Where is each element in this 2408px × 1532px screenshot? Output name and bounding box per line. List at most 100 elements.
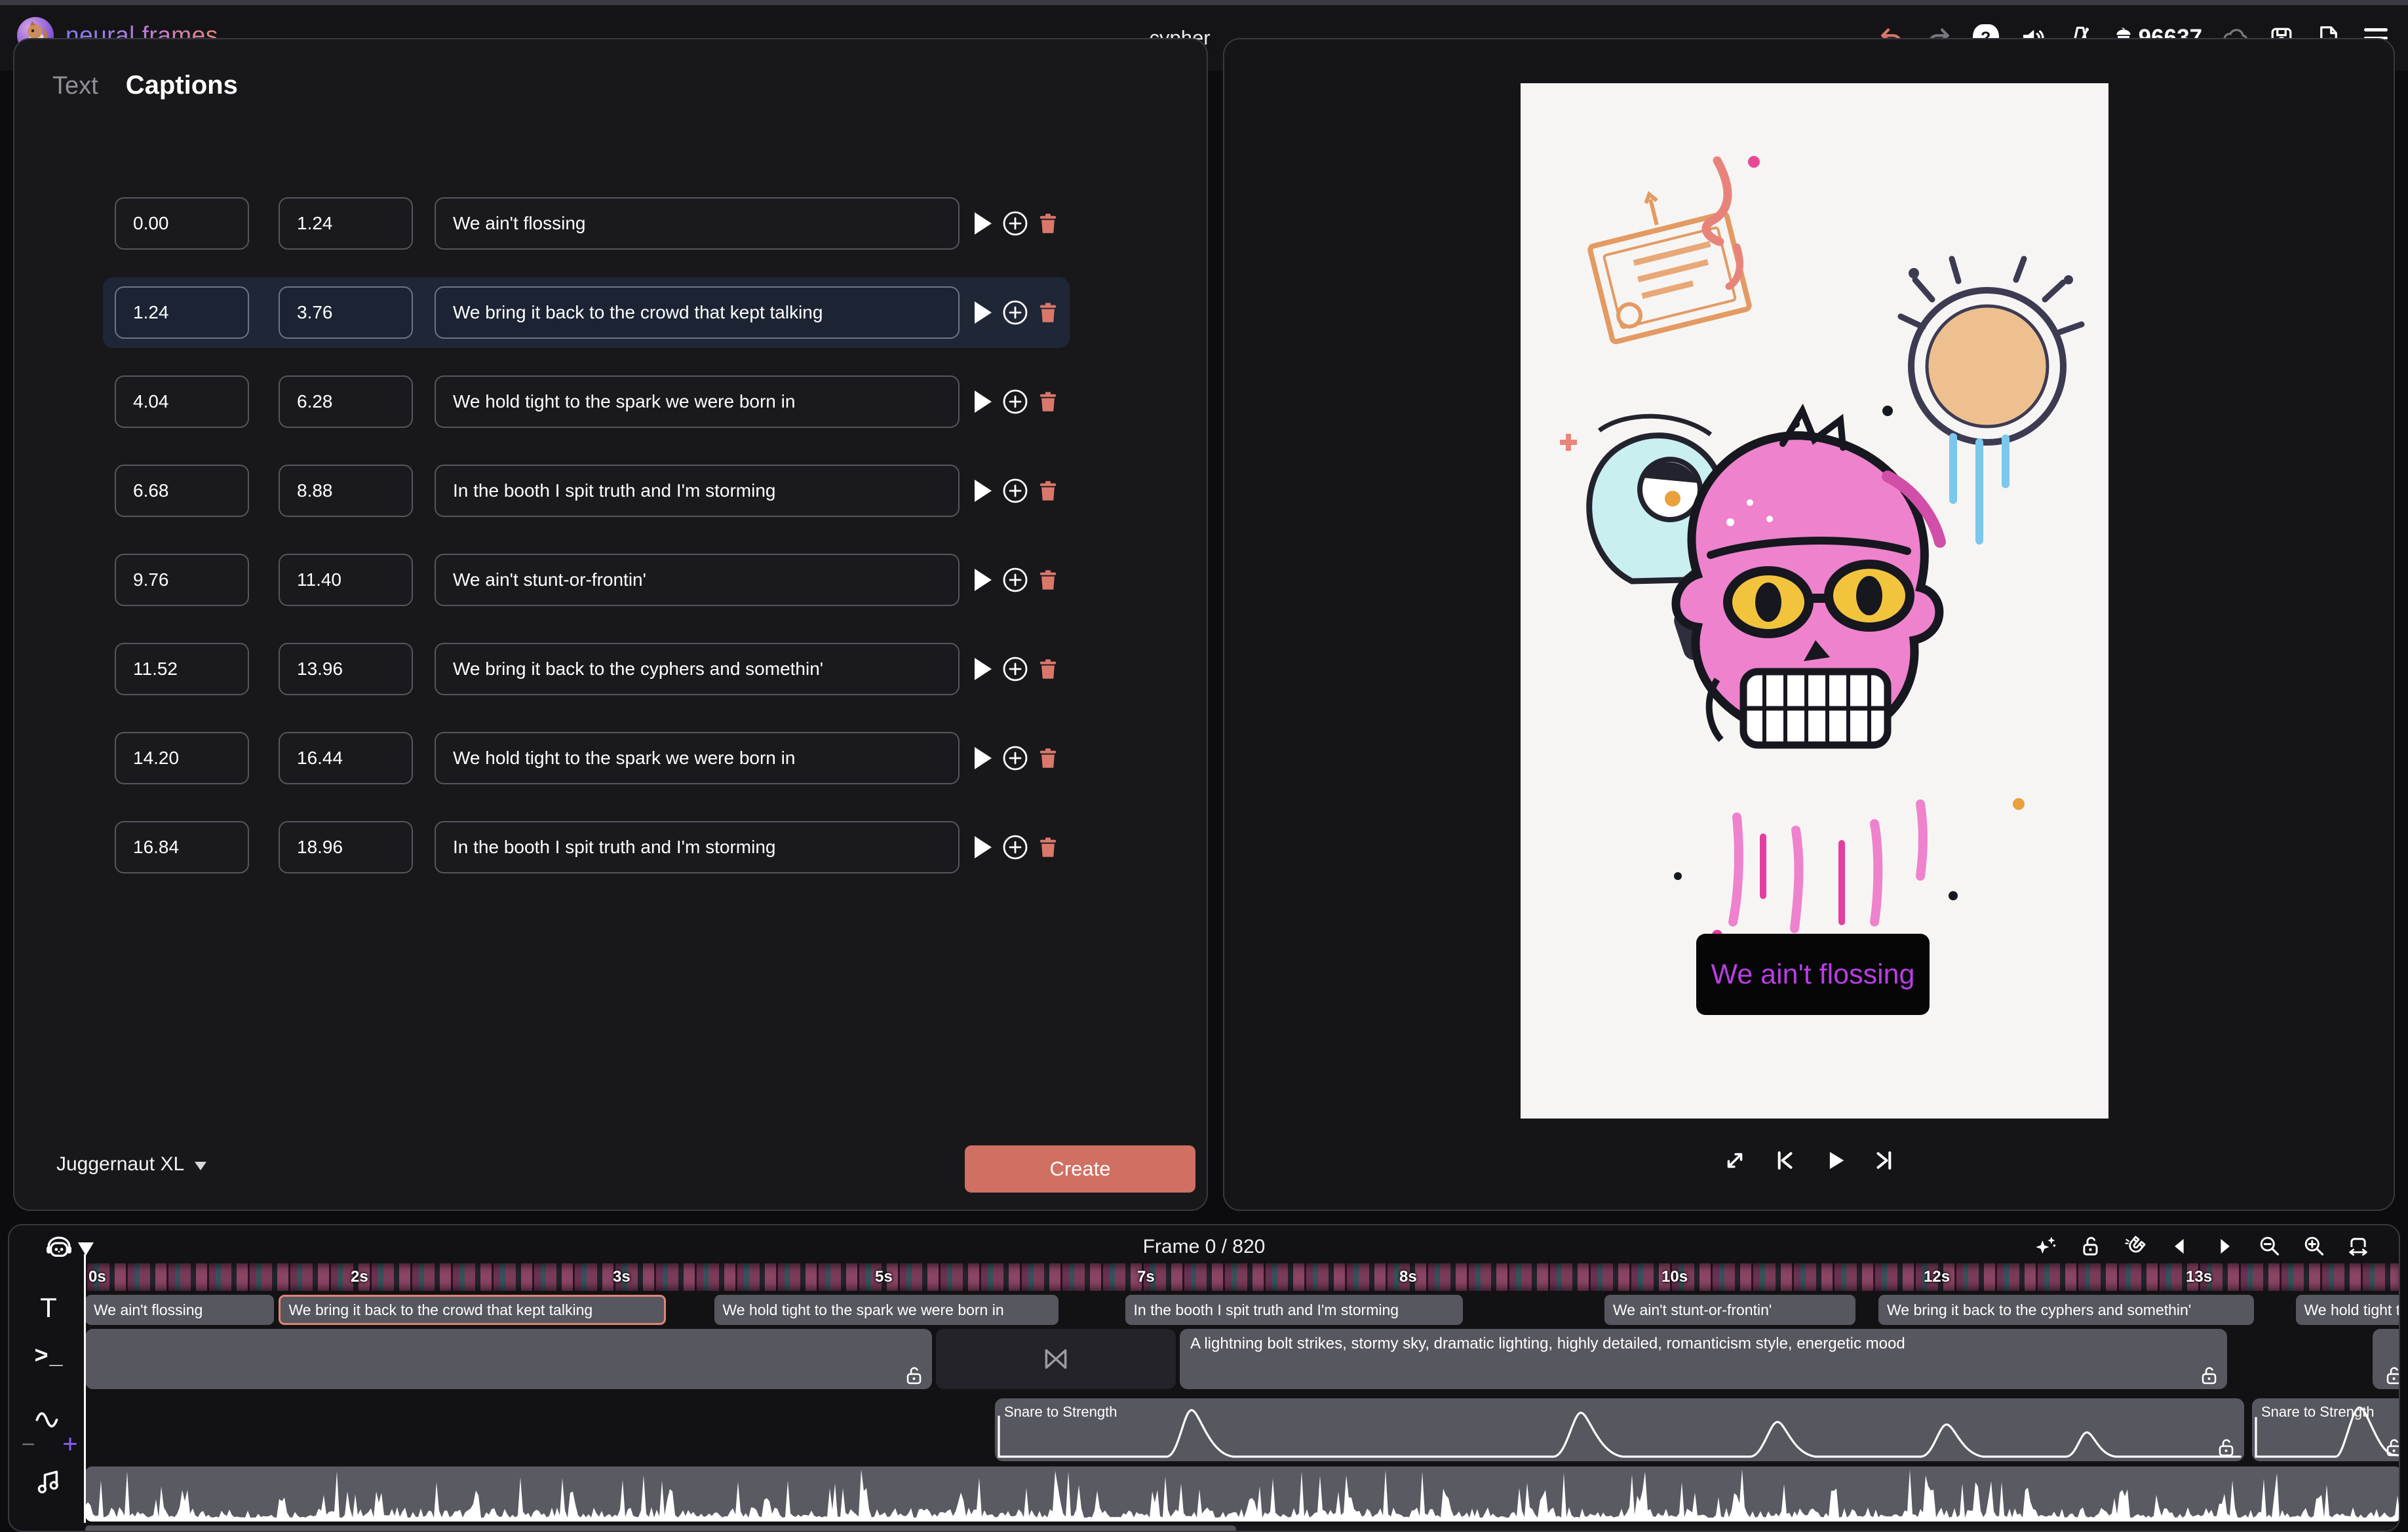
audio-waveform-track[interactable] bbox=[85, 1466, 2400, 1522]
fit-width-button[interactable] bbox=[2344, 1232, 2373, 1261]
timeline-caption-segment[interactable]: We ain't flossing bbox=[85, 1295, 274, 1325]
remove-track-button[interactable]: − bbox=[18, 1432, 38, 1456]
caption-text-input[interactable] bbox=[435, 732, 960, 784]
lock-open-icon[interactable] bbox=[2201, 1366, 2218, 1385]
end-time-input[interactable] bbox=[279, 465, 413, 517]
zoom-out-button[interactable] bbox=[2255, 1232, 2283, 1261]
fullscreen-button[interactable] bbox=[1720, 1145, 1750, 1176]
delete-caption-button[interactable] bbox=[1036, 835, 1060, 859]
skip-to-end-button[interactable] bbox=[1869, 1145, 1899, 1176]
timeline-scrollbar[interactable] bbox=[85, 1525, 2400, 1532]
preview-caption-overlay[interactable]: We ain't flossing bbox=[1696, 934, 1930, 1015]
caption-text-input[interactable] bbox=[435, 197, 960, 250]
play-button[interactable] bbox=[1819, 1145, 1850, 1176]
prompt-clip[interactable] bbox=[85, 1329, 932, 1389]
start-time-input[interactable] bbox=[115, 643, 249, 695]
add-track-button[interactable]: + bbox=[59, 1431, 81, 1457]
lock-button[interactable] bbox=[2076, 1232, 2105, 1261]
play-caption-button[interactable] bbox=[975, 212, 992, 235]
start-time-input[interactable] bbox=[115, 197, 249, 250]
lock-open-icon[interactable] bbox=[906, 1366, 923, 1385]
lock-open-icon[interactable] bbox=[2386, 1438, 2400, 1457]
caption-text-input[interactable] bbox=[435, 821, 960, 873]
start-time-input[interactable] bbox=[115, 554, 249, 606]
end-time-input[interactable] bbox=[279, 197, 413, 250]
delete-caption-button[interactable] bbox=[1036, 390, 1060, 413]
ruler-label: 3s bbox=[613, 1268, 631, 1286]
play-caption-button[interactable] bbox=[975, 391, 992, 413]
caption-text-input[interactable] bbox=[435, 465, 960, 517]
play-caption-button[interactable] bbox=[975, 301, 992, 324]
delete-caption-button[interactable] bbox=[1036, 746, 1060, 770]
delete-caption-button[interactable] bbox=[1036, 301, 1060, 324]
fullscreen-icon bbox=[1722, 1148, 1747, 1173]
play-caption-button[interactable] bbox=[975, 658, 992, 680]
end-time-input[interactable] bbox=[279, 732, 413, 784]
next-keyframe-button[interactable] bbox=[2210, 1232, 2239, 1261]
caption-text-input[interactable] bbox=[435, 643, 960, 695]
end-time-input[interactable] bbox=[279, 286, 413, 339]
add-caption-button[interactable] bbox=[1002, 656, 1028, 682]
text-track-icon[interactable]: T bbox=[34, 1292, 63, 1324]
end-time-input[interactable] bbox=[279, 643, 413, 695]
prev-keyframe-button[interactable] bbox=[2165, 1232, 2194, 1261]
prompt-clip[interactable]: A lightning bolt strikes, stormy sky, dr… bbox=[1180, 1329, 2227, 1389]
play-caption-button[interactable] bbox=[975, 480, 992, 502]
lock-open-icon[interactable] bbox=[2218, 1438, 2235, 1457]
delete-caption-button[interactable] bbox=[1036, 568, 1060, 592]
robot-headphones-icon bbox=[43, 1233, 75, 1262]
audio-track-icon[interactable] bbox=[33, 1465, 64, 1499]
automation-clip[interactable]: Snare to Strength bbox=[2252, 1398, 2400, 1461]
timeline-caption-segment[interactable]: In the booth I spit truth and I'm stormi… bbox=[1125, 1295, 1464, 1325]
start-time-input[interactable] bbox=[115, 375, 249, 428]
prompt-clip[interactable] bbox=[2373, 1329, 2400, 1389]
delete-caption-button[interactable] bbox=[1036, 212, 1060, 235]
play-caption-button[interactable] bbox=[975, 836, 992, 858]
magnet-button[interactable] bbox=[2121, 1232, 2150, 1261]
end-time-input[interactable] bbox=[279, 821, 413, 873]
start-time-input[interactable] bbox=[115, 821, 249, 873]
zoom-in-button[interactable] bbox=[2299, 1232, 2328, 1261]
start-time-input[interactable] bbox=[115, 465, 249, 517]
delete-caption-button[interactable] bbox=[1036, 479, 1060, 503]
start-time-input[interactable] bbox=[115, 286, 249, 339]
automation-clip[interactable]: Snare to Strength bbox=[995, 1398, 2244, 1461]
add-caption-button[interactable] bbox=[1002, 478, 1028, 504]
add-caption-button[interactable] bbox=[1002, 210, 1028, 237]
filmstrip-ruler[interactable]: 0s2s3s5s7s8s10s12s13s bbox=[85, 1263, 2400, 1291]
prompt-track-icon[interactable]: >_ bbox=[33, 1338, 66, 1372]
sparkles-button[interactable] bbox=[2032, 1232, 2061, 1261]
timeline-scrollbar-thumb[interactable] bbox=[85, 1525, 1236, 1532]
end-time-input[interactable] bbox=[279, 375, 413, 428]
timeline-caption-segment[interactable]: We hold tight to the spark we were born … bbox=[2296, 1295, 2401, 1325]
assistant-robot-button[interactable] bbox=[43, 1232, 77, 1263]
tab-text[interactable]: Text bbox=[52, 72, 98, 100]
skip-to-start-button[interactable] bbox=[1770, 1145, 1800, 1176]
add-caption-button[interactable] bbox=[1002, 834, 1028, 860]
caption-text-input[interactable] bbox=[435, 286, 960, 339]
lock-open-icon[interactable] bbox=[2386, 1366, 2400, 1385]
caption-text-input[interactable] bbox=[435, 375, 960, 428]
timeline-caption-segment[interactable]: We hold tight to the spark we were born … bbox=[714, 1295, 1058, 1325]
add-caption-button[interactable] bbox=[1002, 745, 1028, 771]
playhead-handle[interactable] bbox=[78, 1242, 94, 1255]
transition-clip[interactable] bbox=[936, 1329, 1176, 1389]
playhead-line[interactable] bbox=[84, 1254, 86, 1523]
add-caption-button[interactable] bbox=[1002, 299, 1028, 326]
timeline-caption-segment[interactable]: We bring it back to the crowd that kept … bbox=[279, 1295, 667, 1325]
add-caption-button[interactable] bbox=[1002, 567, 1028, 593]
create-button[interactable]: Create bbox=[965, 1145, 1195, 1193]
caption-text-input[interactable] bbox=[435, 554, 960, 606]
play-caption-button[interactable] bbox=[975, 747, 992, 769]
automation-track-icon[interactable] bbox=[33, 1404, 66, 1432]
start-time-input[interactable] bbox=[115, 732, 249, 784]
model-selector[interactable]: Juggernaut XL bbox=[56, 1153, 206, 1176]
add-caption-button[interactable] bbox=[1002, 389, 1028, 415]
tab-captions[interactable]: Captions bbox=[126, 71, 238, 100]
end-time-input[interactable] bbox=[279, 554, 413, 606]
timeline-caption-segment[interactable]: We ain't stunt-or-frontin' bbox=[1604, 1295, 1855, 1325]
delete-caption-button[interactable] bbox=[1036, 657, 1060, 681]
play-caption-button[interactable] bbox=[975, 569, 992, 591]
caption-row bbox=[103, 545, 1070, 615]
timeline-caption-segment[interactable]: We bring it back to the cyphers and some… bbox=[1878, 1295, 2254, 1325]
